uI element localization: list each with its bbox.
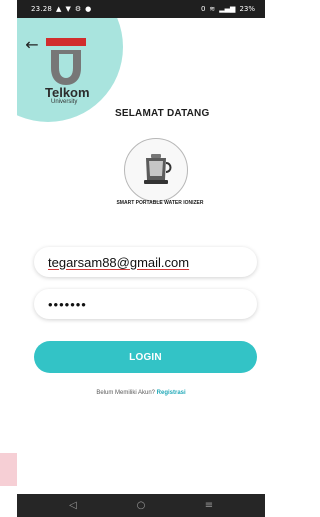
status-time: 23.28 <box>31 5 53 13</box>
email-value: tegarsam88@gmail.com <box>48 254 190 270</box>
wifi-icon: ≋ <box>209 4 216 13</box>
logo-subtitle: University <box>51 99 78 105</box>
register-prompt: Belum Memiliki Akun? <box>96 390 155 396</box>
logo-name: Telkom <box>45 85 90 100</box>
email-field[interactable]: tegarsam88@gmail.com <box>34 247 257 277</box>
back-button[interactable]: ← <box>23 36 41 54</box>
battery-icon: 23% <box>239 4 255 13</box>
welcome-title: SELAMAT DATANG <box>115 108 210 119</box>
nav-recents-button[interactable]: ≡ <box>200 497 218 515</box>
cell-signal-icon: ▂▄▆ <box>219 4 236 13</box>
register-prompt-line: Belum Memiliki Akun? Registrasi <box>17 390 265 396</box>
settings-icon: ⚙ <box>74 4 82 13</box>
notification-icon: ▼ <box>65 4 71 13</box>
status-extra: 0 <box>200 4 206 13</box>
left-decoration <box>0 453 17 486</box>
nav-back-icon: ◁ <box>69 500 77 511</box>
nav-home-icon: ○ <box>136 500 146 511</box>
arrow-left-icon: ← <box>25 35 39 54</box>
login-screen: ← Telkom University SELAMAT DATANG SMART… <box>17 18 265 494</box>
page: 23.28 ▲ ▼ ⚙ ● 0 ≋ ▂▄▆ 23% ← Telkom Unive… <box>0 0 265 517</box>
password-value: ••••••• <box>48 296 87 312</box>
navigation-bar: ◁ ○ ≡ <box>17 494 265 517</box>
device-caption: SMART PORTABLE WATER IONIZER <box>116 200 204 206</box>
water-ionizer-device-icon <box>144 154 172 184</box>
status-left: 23.28 ▲ ▼ ⚙ ● <box>31 5 91 13</box>
nav-back-button[interactable]: ◁ <box>64 497 82 515</box>
login-button[interactable]: LOGIN <box>34 341 257 373</box>
register-link[interactable]: Registrasi <box>157 390 186 396</box>
app-icon: ● <box>85 4 92 13</box>
phone-screen: 23.28 ▲ ▼ ⚙ ● 0 ≋ ▂▄▆ 23% ← Telkom Unive… <box>17 0 265 517</box>
nav-home-button[interactable]: ○ <box>132 497 150 515</box>
device-image <box>124 138 188 202</box>
nav-recents-icon: ≡ <box>204 500 214 511</box>
password-field[interactable]: ••••••• <box>34 289 257 319</box>
status-bar: 23.28 ▲ ▼ ⚙ ● 0 ≋ ▂▄▆ 23% <box>17 0 265 18</box>
status-right: 0 ≋ ▂▄▆ 23% <box>200 4 255 13</box>
signal-icon: ▲ <box>56 4 62 13</box>
